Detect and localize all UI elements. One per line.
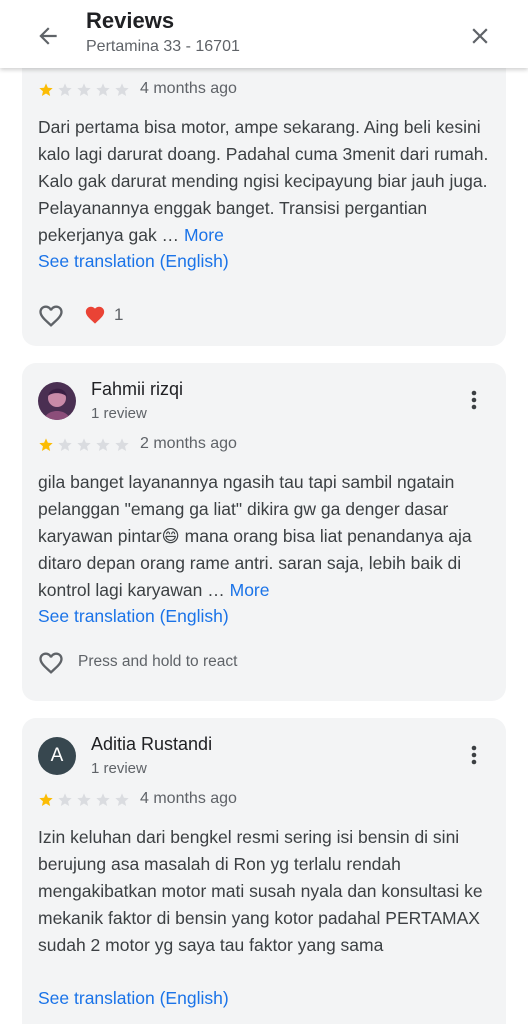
heart-outline-icon[interactable] <box>36 302 66 330</box>
avatar-letter: A <box>50 745 64 766</box>
star-empty-icon <box>115 438 129 451</box>
reaction-count: 1 <box>114 305 124 324</box>
close-icon <box>472 28 488 44</box>
red-heart-icon <box>85 306 105 324</box>
avatar[interactable]: A <box>38 737 76 775</box>
author-name[interactable]: Aditia Rustandi <box>91 734 212 755</box>
see-translation-link[interactable]: See translation (English) <box>38 606 229 627</box>
review-text: Dari pertama bisa motor, ampe sekarang. … <box>38 117 489 245</box>
review-card: A Aditia Rustandi 1 review 4 months ago … <box>22 718 506 1024</box>
page-title: Reviews <box>86 8 175 33</box>
review-text: gila banget layanannya ngasih tau tapi s… <box>38 472 472 600</box>
review-card: 4 months ago Dari pertama bisa motor, am… <box>22 68 506 346</box>
see-translation-link[interactable]: See translation (English) <box>38 988 229 1009</box>
close-button[interactable] <box>460 16 500 56</box>
reaction-summary[interactable]: 1 <box>84 304 123 326</box>
star-empty-icon <box>58 83 72 96</box>
arrow-back-icon <box>39 27 57 45</box>
place-name: Pertamina 33 - 16701 <box>86 38 240 55</box>
star-empty-icon <box>96 83 110 96</box>
review-time: 2 months ago <box>140 435 237 452</box>
more-options-button[interactable] <box>462 385 486 415</box>
star-empty-icon <box>115 793 129 806</box>
more-vert-icon <box>471 390 477 410</box>
reviews-list[interactable]: 4 months ago Dari pertama bisa motor, am… <box>0 68 528 1024</box>
star-empty-icon <box>77 83 91 96</box>
user-photo-icon <box>38 382 76 420</box>
star-filled-icon <box>39 793 53 806</box>
star-empty-icon <box>58 793 72 806</box>
author-review-count: 1 review <box>91 760 147 777</box>
react-hint: Press and hold to react <box>78 653 238 670</box>
star-rating <box>38 437 130 453</box>
star-empty-icon <box>96 438 110 451</box>
star-rating <box>38 82 130 98</box>
review-card: Fahmii rizqi 1 review 2 months ago gila … <box>22 363 506 701</box>
back-button[interactable] <box>28 16 68 56</box>
review-time: 4 months ago <box>140 790 237 807</box>
review-text: Izin keluhan dari bengkel resmi sering i… <box>38 827 483 955</box>
author-name[interactable]: Fahmii rizqi <box>91 379 183 400</box>
more-link[interactable]: More <box>230 580 270 600</box>
author-review-count: 1 review <box>91 405 147 422</box>
more-options-button[interactable] <box>462 740 486 770</box>
more-link[interactable]: More <box>184 225 224 245</box>
star-empty-icon <box>58 438 72 451</box>
star-filled-icon <box>39 83 53 96</box>
star-empty-icon <box>96 793 110 806</box>
app-header: Reviews Pertamina 33 - 16701 <box>0 0 528 68</box>
star-filled-icon <box>39 438 53 451</box>
star-empty-icon <box>115 83 129 96</box>
review-time: 4 months ago <box>140 80 237 97</box>
avatar[interactable] <box>38 382 76 420</box>
star-rating <box>38 792 130 808</box>
star-empty-icon <box>77 438 91 451</box>
see-translation-link[interactable]: See translation (English) <box>38 251 229 272</box>
star-empty-icon <box>77 793 91 806</box>
more-vert-icon <box>471 745 477 765</box>
heart-outline-icon[interactable] <box>36 649 66 677</box>
